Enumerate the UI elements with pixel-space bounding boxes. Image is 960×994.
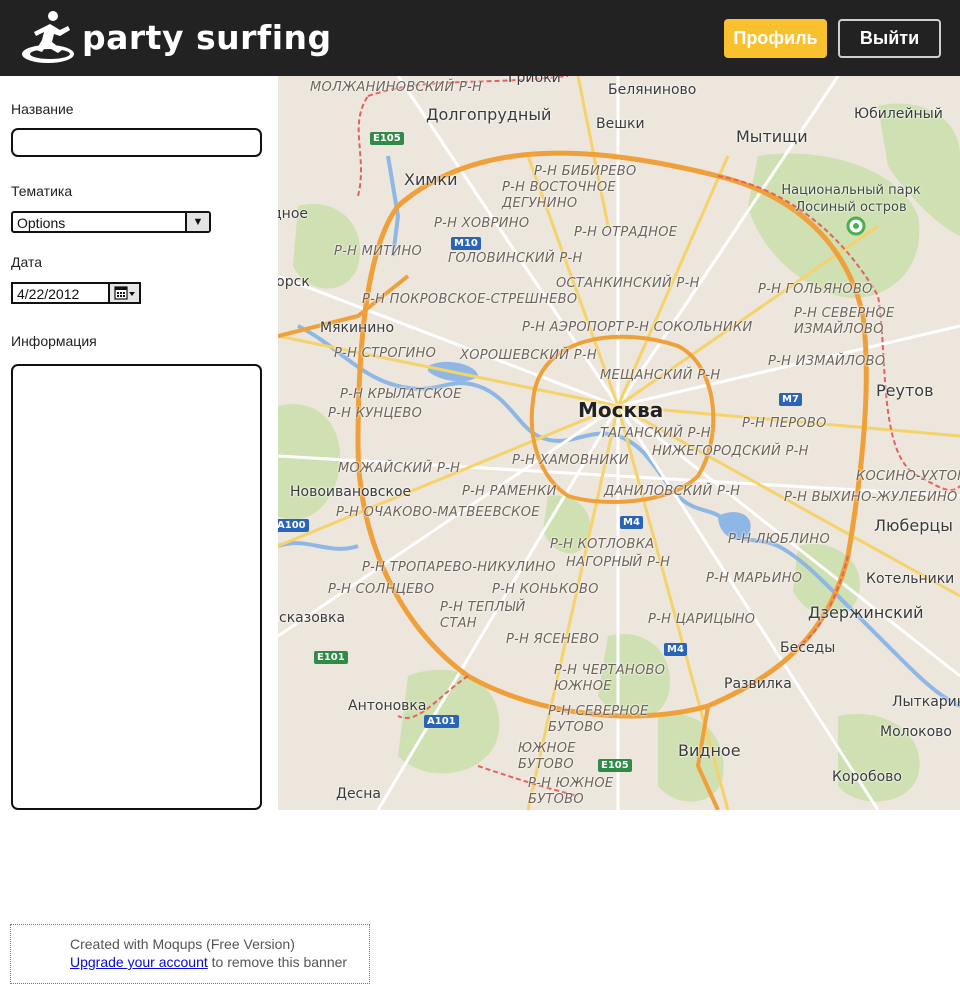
chevron-down-icon[interactable]: ▼ <box>185 213 209 231</box>
calendar-button[interactable] <box>108 284 139 302</box>
map[interactable]: Москва Долгопрудный Мытищи Химки Реутов … <box>278 76 960 810</box>
moqups-banner: Created with Moqups (Free Version) Upgra… <box>10 924 370 984</box>
logout-button[interactable]: Выйти <box>838 19 941 58</box>
road-shield: A100 <box>278 519 309 532</box>
road-shield: A101 <box>424 715 459 728</box>
top-bar: party surfing Профиль Выйти <box>0 0 960 76</box>
name-input[interactable] <box>11 128 262 157</box>
calendar-icon <box>113 286 135 300</box>
map-canvas <box>278 76 960 810</box>
info-textarea[interactable] <box>11 364 262 810</box>
logo[interactable]: party surfing <box>20 10 332 66</box>
surfer-icon <box>22 11 74 63</box>
info-label: Информация <box>11 333 97 349</box>
topic-select[interactable]: Options ▼ <box>11 211 211 233</box>
road-shield: M4 <box>664 643 687 656</box>
road-shield: M10 <box>451 237 481 250</box>
road-shield: E105 <box>370 132 404 145</box>
topic-label: Тематика <box>11 183 73 199</box>
topic-select-value: Options <box>17 215 66 231</box>
upgrade-account-link[interactable]: Upgrade your account <box>70 954 208 970</box>
date-value: 4/22/2012 <box>17 286 80 302</box>
road-shield: M7 <box>779 393 802 406</box>
banner-suffix: to remove this banner <box>207 954 348 970</box>
logo-text: party surfing <box>82 18 332 57</box>
banner-text: Created with Moqups (Free Version) <box>70 936 295 952</box>
name-label: Название <box>11 101 74 117</box>
road-shield: E101 <box>314 651 348 664</box>
profile-button[interactable]: Профиль <box>724 19 827 58</box>
road-shield: E105 <box>598 759 632 772</box>
date-input[interactable]: 4/22/2012 <box>11 282 141 304</box>
road-shield: M4 <box>620 516 643 529</box>
banner-line2: Upgrade your account to remove this bann… <box>70 954 347 970</box>
date-label: Дата <box>11 254 43 270</box>
